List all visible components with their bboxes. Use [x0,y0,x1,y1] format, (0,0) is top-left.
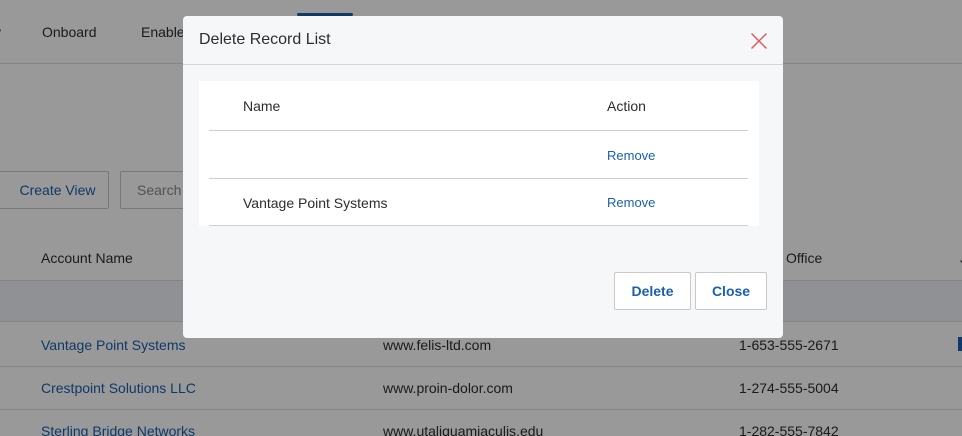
record-list-row: Vantage Point Systems Remove [209,179,748,226]
column-header-name: Name [243,98,281,114]
column-header-action: Action [607,98,646,114]
app-page: y Onboard Enable Create View Account Nam… [0,0,962,436]
record-list-header: Name Action [209,81,748,131]
remove-link[interactable]: Remove [607,195,655,210]
remove-link[interactable]: Remove [607,148,655,163]
modal-header: Delete Record List [183,16,783,65]
record-name: Vantage Point Systems [243,195,388,211]
record-list: Name Action Remove Vantage Point Systems… [199,81,759,226]
modal-title: Delete Record List [199,31,331,48]
delete-button[interactable]: Delete [614,272,691,310]
record-list-row: Remove [209,132,748,179]
delete-record-list-modal: Delete Record List Name Action Remove Va… [183,16,783,338]
close-button[interactable]: Close [695,272,767,310]
close-x-icon[interactable] [748,30,770,52]
